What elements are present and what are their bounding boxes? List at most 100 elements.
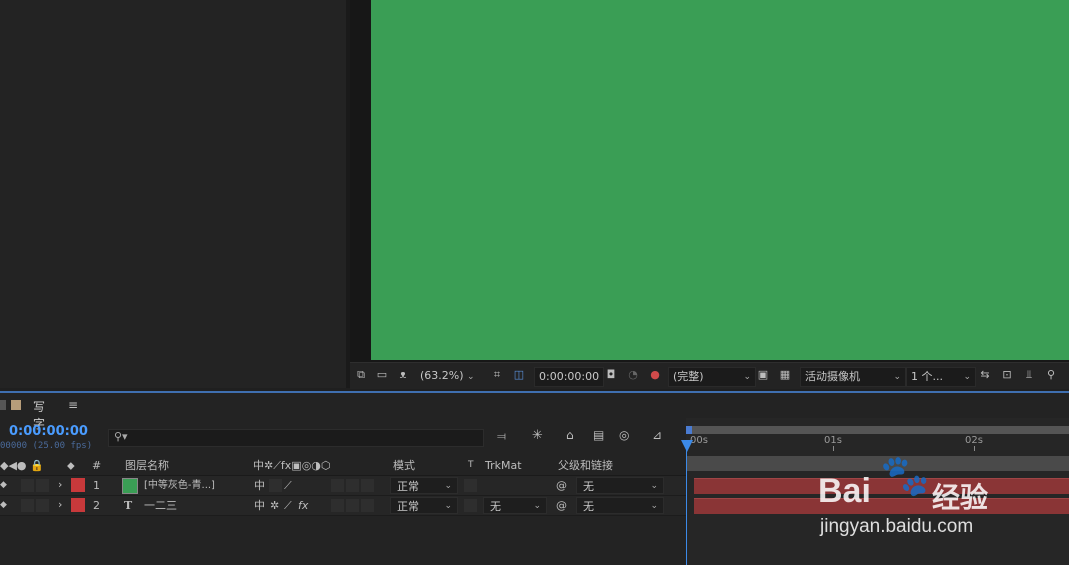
panel-menu-icon[interactable]: ≡: [68, 398, 78, 412]
collapse-switch[interactable]: [268, 478, 283, 493]
video-toggle-icon[interactable]: ◆: [0, 480, 7, 490]
resolution-dropdown[interactable]: (完整) ⌄: [668, 367, 756, 387]
chevron-down-icon: ⌄: [650, 501, 658, 511]
motion-blur-icon[interactable]: ◎: [619, 428, 629, 442]
effects-switch-icon[interactable]: fx: [298, 498, 308, 513]
column-mode[interactable]: 模式: [393, 457, 415, 474]
switch-box[interactable]: [360, 478, 375, 493]
composition-icon: [11, 400, 21, 410]
av-features-icons: ◆◀● 🔒: [0, 459, 44, 472]
lock-switch[interactable]: [35, 478, 50, 493]
transparency-grid-icon[interactable]: ▦: [778, 368, 792, 382]
monitor-icon[interactable]: ▭: [375, 368, 389, 382]
snapshot-icon[interactable]: ◘: [604, 368, 618, 382]
shy-switch-icon[interactable]: 中: [254, 478, 265, 493]
layer-name[interactable]: [中等灰色-青...]: [144, 478, 215, 493]
close-icon[interactable]: [0, 400, 6, 410]
frame-blending-icon[interactable]: ▤: [593, 428, 604, 442]
parent-dropdown[interactable]: 无 ⌄: [576, 497, 664, 514]
pickwhip-icon[interactable]: @: [556, 498, 567, 513]
solo-switch[interactable]: [20, 498, 35, 513]
current-time-indicator[interactable]: 0:00:00:00: [9, 424, 88, 439]
column-number: #: [92, 459, 102, 472]
chevron-down-icon: ⌄: [893, 372, 901, 382]
switch-box[interactable]: [360, 498, 375, 513]
layer-search-input[interactable]: ⚲▾: [108, 429, 484, 447]
parent-dropdown[interactable]: 无 ⌄: [576, 477, 664, 494]
show-snapshot-icon[interactable]: ◔: [626, 368, 640, 382]
collapse-switch-icon[interactable]: ✲: [270, 498, 279, 513]
zoom-dropdown[interactable]: (63.2%) ⌄: [420, 367, 475, 385]
preserve-transparency-box[interactable]: [463, 498, 478, 513]
chevron-down-icon: ⌄: [533, 501, 541, 511]
solid-layer-icon: [122, 478, 138, 494]
shy-switch-icon[interactable]: 中: [254, 498, 265, 513]
column-parent[interactable]: 父级和链接: [558, 457, 613, 474]
project-panel: [0, 0, 346, 388]
watermark: Bai 🐾 经验 jingyan.baidu.com: [818, 452, 1068, 542]
draft-3d-icon[interactable]: ✳: [532, 428, 543, 443]
grid-guide-icon[interactable]: ⌗: [490, 368, 504, 382]
always-preview-icon[interactable]: ⧉: [354, 368, 368, 382]
switch-box[interactable]: [330, 478, 345, 493]
video-toggle-icon[interactable]: ◆: [0, 500, 7, 510]
mode-dropdown[interactable]: 正常 ⌄: [390, 477, 458, 494]
chevron-down-icon: ⌄: [963, 372, 971, 382]
layer-row[interactable]: ◆ › 1 [中等灰色-青...] 中 ⟋ 正常 ⌄ @ 无 ⌄: [0, 476, 686, 496]
search-icon: ⚲▾: [114, 430, 128, 443]
timeline-icon[interactable]: ⊡: [1000, 368, 1014, 382]
playhead-handle[interactable]: [681, 440, 693, 452]
chevron-down-icon: ⌄: [444, 501, 452, 511]
ruler-label: 02s: [965, 435, 983, 446]
chevron-down-icon: ⌄: [467, 372, 475, 382]
chevron-right-icon[interactable]: ›: [58, 478, 62, 491]
text-layer-icon: T: [124, 499, 133, 512]
column-layer-name[interactable]: 图层名称: [125, 457, 169, 474]
graph-editor-icon[interactable]: ⊿: [652, 428, 662, 442]
watermark-url: jingyan.baidu.com: [820, 516, 974, 537]
trkmat-dropdown[interactable]: 无 ⌄: [483, 497, 547, 514]
playhead-line[interactable]: [686, 440, 687, 565]
label-color[interactable]: [71, 498, 85, 512]
reset-exposure-icon[interactable]: ⚲: [1044, 368, 1058, 382]
work-area-bar[interactable]: [686, 426, 1069, 434]
composition-canvas[interactable]: [371, 0, 1069, 360]
chevron-right-icon[interactable]: ›: [58, 498, 62, 511]
layer-row[interactable]: ◆ › 2 T 一二三 中 ✲ ⟋ fx 正常 ⌄ 无 ⌄ @ 无 ⌄: [0, 496, 686, 516]
viewer-toolbar: ⧉ ▭ ᴥ (63.2%) ⌄ ⌗ ◫ 0:00:00:00 ◘ ◔ ● (完整…: [350, 362, 1069, 389]
quality-switch-icon[interactable]: ⟋: [284, 478, 292, 493]
column-trkmat[interactable]: TrkMat: [485, 457, 522, 474]
comp-flowchart-icon[interactable]: ⫫: [1022, 368, 1036, 382]
composition-mini-flowchart-icon[interactable]: ⫤: [497, 429, 506, 444]
chevron-down-icon: ⌄: [650, 481, 658, 491]
layer-number: 2: [93, 499, 100, 512]
fast-preview-icon[interactable]: ▣: [756, 368, 770, 382]
switch-box[interactable]: [345, 478, 360, 493]
hide-shy-layers-icon[interactable]: ⌂: [566, 428, 574, 442]
mode-dropdown[interactable]: 正常 ⌄: [390, 497, 458, 514]
work-area-start[interactable]: [686, 426, 692, 434]
channel-icon[interactable]: ●: [648, 368, 662, 382]
views-dropdown[interactable]: 1 个... ⌄: [906, 367, 976, 387]
mask-visibility-icon[interactable]: ᴥ: [396, 368, 410, 382]
camera-dropdown[interactable]: 活动摄像机 ⌄: [800, 367, 906, 387]
layer-outline: 0:00:00:00 00000 (25.00 fps) ⚲▾ ⫤ ✳ ⌂ ▤ …: [0, 418, 686, 565]
frame-info: 00000 (25.00 fps): [0, 441, 93, 451]
switch-box[interactable]: [345, 498, 360, 513]
preserve-transparency-box[interactable]: [463, 478, 478, 493]
lock-switch[interactable]: [35, 498, 50, 513]
current-time-display[interactable]: 0:00:00:00: [534, 367, 605, 387]
quality-switch-icon[interactable]: ⟋: [284, 498, 292, 513]
toggle-pixel-aspect-icon[interactable]: ⇆: [978, 368, 992, 382]
layer-name[interactable]: 一二三: [144, 498, 177, 513]
label-color[interactable]: [71, 478, 85, 492]
region-of-interest-icon[interactable]: ◫: [512, 368, 526, 382]
pickwhip-icon[interactable]: @: [556, 478, 567, 493]
chevron-down-icon: ⌄: [444, 481, 452, 491]
solo-switch[interactable]: [20, 478, 35, 493]
paw-logo-icon: 🐾: [880, 453, 930, 499]
column-t: T: [468, 460, 474, 470]
switch-box[interactable]: [330, 498, 345, 513]
label-tag-icon[interactable]: ⬥: [67, 457, 75, 474]
switches-icons: 中✲⟋fx▣◎◑⬡: [253, 459, 331, 472]
